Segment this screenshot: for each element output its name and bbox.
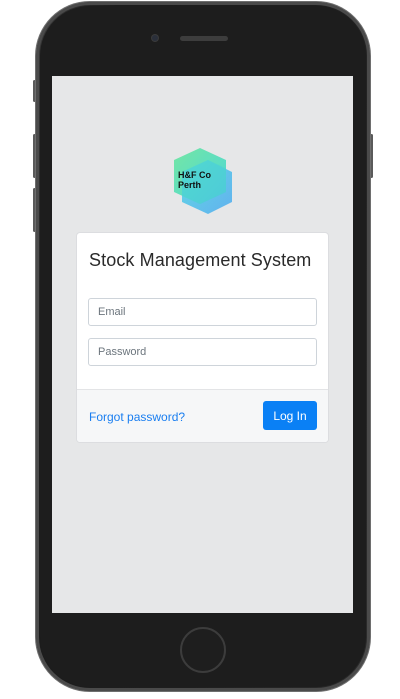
logo-line-2: Perth [178, 180, 202, 190]
app-screen: H&F Co Perth Stock Management System For… [52, 76, 353, 613]
logo-line-1: H&F Co [178, 170, 211, 180]
company-logo: H&F Co Perth [170, 148, 236, 216]
login-card: Stock Management System Forgot password?… [77, 233, 328, 442]
forgot-password-link[interactable]: Forgot password? [89, 410, 185, 424]
power-button [370, 134, 373, 178]
device-frame-stage: H&F Co Perth Stock Management System For… [0, 0, 400, 699]
email-input[interactable] [88, 298, 317, 326]
earpiece-speaker [180, 36, 228, 41]
log-in-button[interactable]: Log In [263, 401, 317, 430]
login-title: Stock Management System [89, 250, 312, 270]
login-card-footer: Forgot password? Log In [77, 389, 328, 442]
front-camera-icon [152, 35, 158, 41]
home-button[interactable] [180, 627, 226, 673]
password-input[interactable] [88, 338, 317, 366]
logo-text: H&F Co Perth [178, 170, 211, 190]
